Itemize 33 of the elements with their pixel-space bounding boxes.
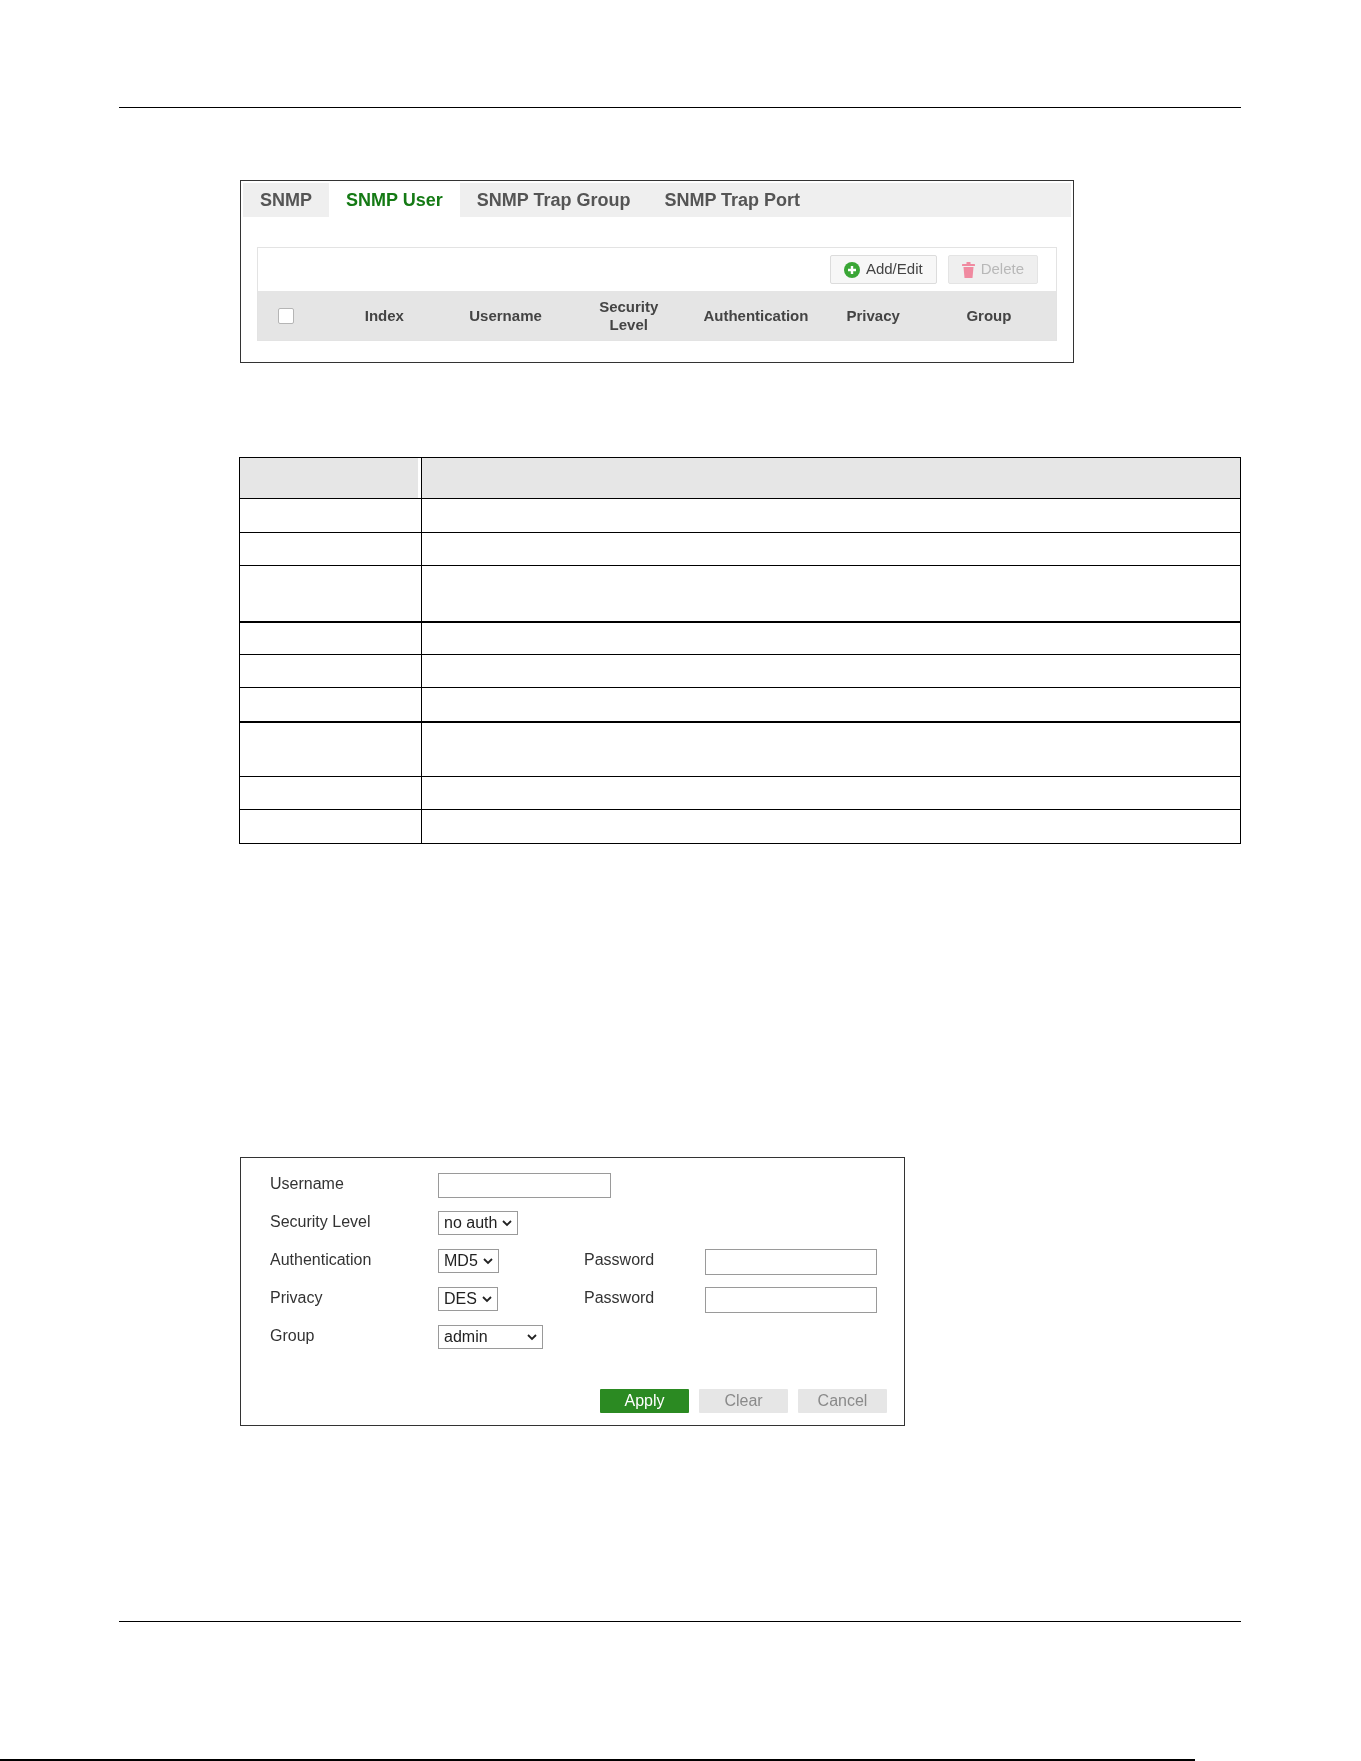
chevron-down-icon — [481, 1295, 492, 1303]
chevron-down-icon — [482, 1257, 493, 1265]
field-label: Security Level — [270, 1212, 372, 1232]
field-label: Group — [270, 1326, 316, 1346]
checkbox[interactable] — [278, 307, 294, 324]
dropdown-select[interactable]: admin — [438, 1325, 543, 1349]
field-label: Password — [584, 1288, 656, 1308]
column-header: Authentication — [703, 306, 809, 325]
tab[interactable]: SNMP User — [329, 183, 460, 217]
column-header: Index — [364, 306, 404, 325]
dropdown-select[interactable]: MD5 — [438, 1249, 499, 1273]
chevron-down-icon — [502, 1219, 513, 1227]
tab[interactable]: SNMP Trap Port — [647, 183, 818, 217]
column-header: Privacy — [846, 306, 900, 325]
tab[interactable]: SNMP — [243, 183, 329, 217]
text-field[interactable] — [438, 1173, 611, 1198]
password-field[interactable] — [705, 1249, 877, 1275]
plus-circle-icon — [843, 261, 860, 278]
field-label: Username — [270, 1174, 345, 1194]
chevron-down-icon — [527, 1333, 537, 1341]
trash-icon — [961, 261, 975, 278]
field-label: Authentication — [270, 1250, 373, 1270]
dropdown-select[interactable]: DES — [438, 1287, 498, 1311]
column-header: Username — [469, 306, 542, 325]
apply-button[interactable]: Apply — [600, 1389, 689, 1413]
column-header: Group — [966, 306, 1012, 325]
dropdown-select[interactable]: no auth — [438, 1211, 519, 1235]
field-label: Privacy — [270, 1288, 324, 1308]
add-edit-button[interactable]: Add/Edit — [829, 255, 937, 284]
password-field[interactable] — [705, 1287, 877, 1313]
field-label: Password — [584, 1250, 656, 1270]
tab[interactable]: SNMP Trap Group — [459, 183, 648, 217]
column-header: Security Level — [599, 297, 659, 334]
